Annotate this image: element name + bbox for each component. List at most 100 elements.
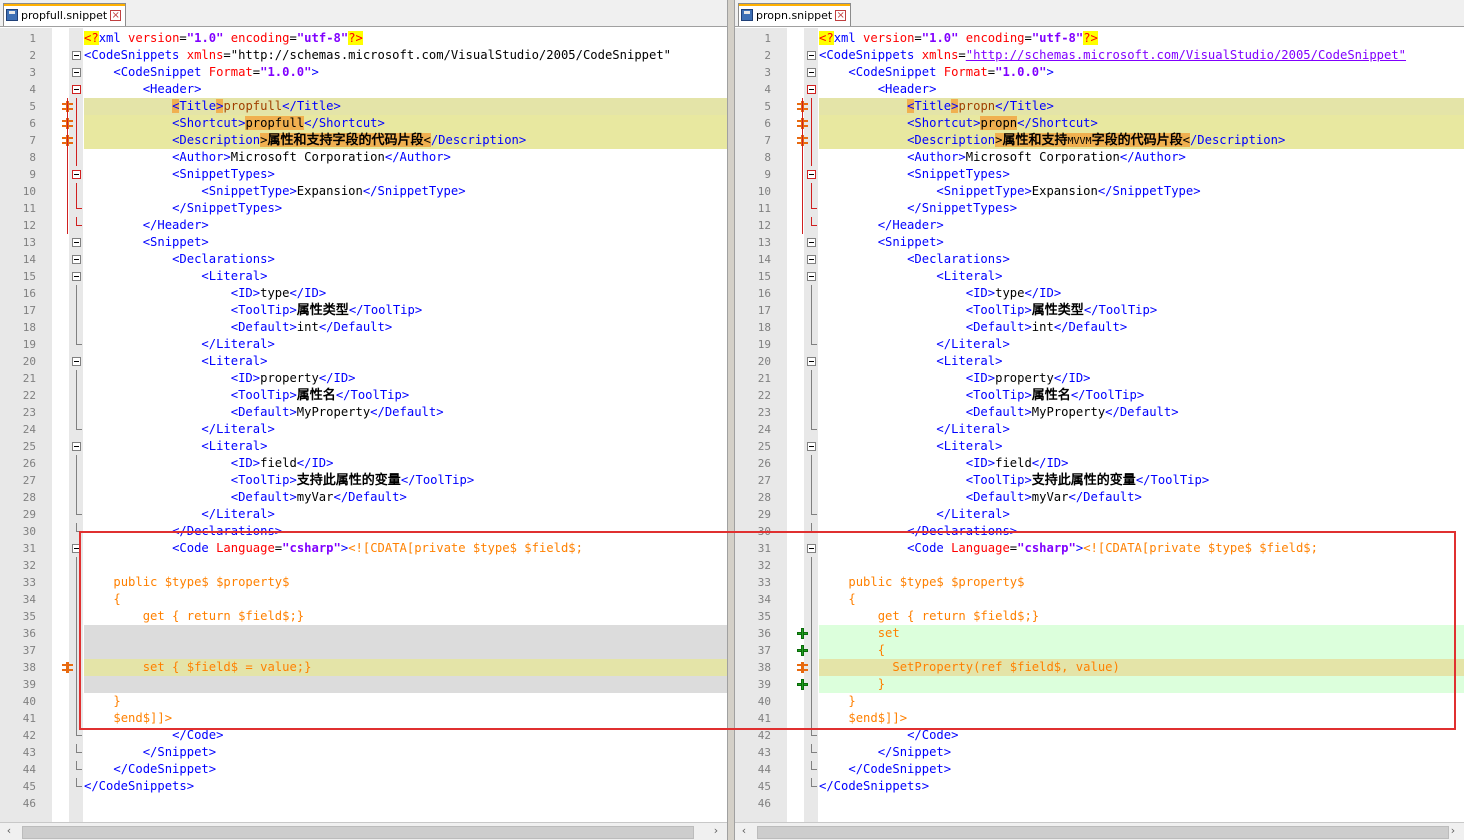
code-line[interactable]: 21 <ID>property</ID> (735, 370, 1464, 387)
fold-minus-icon[interactable] (807, 238, 816, 247)
fold-minus-icon[interactable] (807, 170, 816, 179)
fold-minus-icon[interactable] (72, 68, 81, 77)
fold-minus-icon[interactable] (807, 51, 816, 60)
code-line[interactable]: 11 </SnippetTypes> (735, 200, 1464, 217)
code-line[interactable]: 42 </Code> (735, 727, 1464, 744)
scrollbar-thumb[interactable] (757, 826, 1449, 839)
code-line[interactable]: 38 SetProperty(ref $field$, value) (735, 659, 1464, 676)
code-line[interactable]: 4 <Header> (0, 81, 727, 98)
code-line[interactable]: 3 <CodeSnippet Format="1.0.0"> (735, 64, 1464, 81)
code-line[interactable]: 5 <Title>propn</Title> (735, 98, 1464, 115)
code-line[interactable]: 8 <Author>Microsoft Corporation</Author> (735, 149, 1464, 166)
code-line[interactable]: 39 (0, 676, 727, 693)
code-line[interactable]: 31 <Code Language="csharp"><![CDATA[priv… (0, 540, 727, 557)
code-line[interactable]: 25 <Literal> (0, 438, 727, 455)
code-line[interactable]: 23 <Default>MyProperty</Default> (0, 404, 727, 421)
code-line[interactable]: 32 (0, 557, 727, 574)
code-line[interactable]: 28 <Default>myVar</Default> (735, 489, 1464, 506)
fold-minus-icon[interactable] (807, 442, 816, 451)
code-line[interactable]: 1 <?xml version="1.0" encoding="utf-8"?> (735, 30, 1464, 47)
code-line[interactable]: 16 <ID>type</ID> (735, 285, 1464, 302)
code-line[interactable]: 41 $end$]]> (735, 710, 1464, 727)
code-line[interactable]: 18 <Default>int</Default> (0, 319, 727, 336)
code-line[interactable]: 12 </Header> (0, 217, 727, 234)
code-line[interactable]: 36 set (735, 625, 1464, 642)
tab-propn-snippet[interactable]: propn.snippet × (738, 3, 852, 26)
code-line[interactable]: 25 <Literal> (735, 438, 1464, 455)
code-line[interactable]: 14 <Declarations> (0, 251, 727, 268)
code-line[interactable]: 6 <Shortcut>propn</Shortcut> (735, 115, 1464, 132)
code-line[interactable]: 34 { (735, 591, 1464, 608)
code-line[interactable]: 40 } (735, 693, 1464, 710)
code-line[interactable]: 18 <Default>int</Default> (735, 319, 1464, 336)
code-line[interactable]: 2 <CodeSnippets xmlns="http://schemas.mic… (735, 47, 1464, 64)
code-line[interactable]: 30 </Declarations> (735, 523, 1464, 540)
code-line[interactable]: 22 <ToolTip>属性名</ToolTip> (0, 387, 727, 404)
code-line[interactable]: 34 { (0, 591, 727, 608)
fold-minus-icon[interactable] (72, 272, 81, 281)
code-line[interactable]: 40 } (0, 693, 727, 710)
code-line[interactable]: 21 <ID>property</ID> (0, 370, 727, 387)
code-line[interactable]: 19 </Literal> (0, 336, 727, 353)
code-line[interactable]: 33 public $type$ $property$ (0, 574, 727, 591)
scrollbar-thumb[interactable] (22, 826, 694, 839)
code-line[interactable]: 24 </Literal> (735, 421, 1464, 438)
fold-minus-icon[interactable] (807, 85, 816, 94)
code-line[interactable]: 41 $end$]]> (0, 710, 727, 727)
close-icon[interactable]: × (110, 9, 122, 21)
code-line[interactable]: 44 </CodeSnippet> (735, 761, 1464, 778)
fold-minus-icon[interactable] (72, 238, 81, 247)
code-line[interactable]: 46 (0, 795, 727, 812)
left-code-editor[interactable]: 1 <?xml version="1.0" encoding="utf-8"?> 2… (0, 28, 727, 823)
code-line[interactable]: 15 <Literal> (0, 268, 727, 285)
code-line[interactable]: 1 <?xml version="1.0" encoding="utf-8"?> (0, 30, 727, 47)
code-line[interactable]: 22 <ToolTip>属性名</ToolTip> (735, 387, 1464, 404)
code-line[interactable]: 13 <Snippet> (735, 234, 1464, 251)
horizontal-scrollbar[interactable]: ‹ › (0, 822, 727, 840)
code-line[interactable]: 37 (0, 642, 727, 659)
code-line[interactable]: 28 <Default>myVar</Default> (0, 489, 727, 506)
code-line[interactable]: 36 (0, 625, 727, 642)
fold-minus-icon[interactable] (807, 544, 816, 553)
tab-propfull-snippet[interactable]: propfull.snippet × (3, 3, 127, 26)
fold-minus-icon[interactable] (807, 272, 816, 281)
code-line[interactable]: 5 <Title>propfull</Title> (0, 98, 727, 115)
code-line[interactable]: 32 (735, 557, 1464, 574)
fold-minus-icon[interactable] (72, 85, 81, 94)
code-line[interactable]: 15 <Literal> (735, 268, 1464, 285)
code-line[interactable]: 11 </SnippetTypes> (0, 200, 727, 217)
pane-splitter[interactable] (727, 0, 735, 840)
fold-minus-icon[interactable] (72, 255, 81, 264)
code-line[interactable]: 45 </CodeSnippets> (735, 778, 1464, 795)
code-line[interactable]: 17 <ToolTip>属性类型</ToolTip> (735, 302, 1464, 319)
code-line[interactable]: 8 <Author>Microsoft Corporation</Author> (0, 149, 727, 166)
code-line[interactable]: 16 <ID>type</ID> (0, 285, 727, 302)
code-line[interactable]: 9 <SnippetTypes> (735, 166, 1464, 183)
code-line[interactable]: 4 <Header> (735, 81, 1464, 98)
arrow-left-icon[interactable]: ‹ (2, 824, 16, 837)
code-line[interactable]: 42 </Code> (0, 727, 727, 744)
code-line[interactable]: 44 </CodeSnippet> (0, 761, 727, 778)
code-line[interactable]: 24 </Literal> (0, 421, 727, 438)
code-line[interactable]: 27 <ToolTip>支持此属性的变量</ToolTip> (0, 472, 727, 489)
fold-minus-icon[interactable] (72, 357, 81, 366)
code-line[interactable]: 2 <CodeSnippets xmlns="http://schemas.mic… (0, 47, 727, 64)
code-line[interactable]: 38 set { $field$ = value;} (0, 659, 727, 676)
code-line[interactable]: 33 public $type$ $property$ (735, 574, 1464, 591)
code-line[interactable]: 45 </CodeSnippets> (0, 778, 727, 795)
code-line[interactable]: 23 <Default>MyProperty</Default> (735, 404, 1464, 421)
code-line[interactable]: 29 </Literal> (0, 506, 727, 523)
code-line[interactable]: 43 </Snippet> (0, 744, 727, 761)
code-line[interactable]: 10 <SnippetType>Expansion</SnippetType> (735, 183, 1464, 200)
fold-minus-icon[interactable] (72, 51, 81, 60)
code-line[interactable]: 7 <Description>属性和支持MVVM字段的代码片段</Descrip… (735, 132, 1464, 149)
code-line[interactable]: 13 <Snippet> (0, 234, 727, 251)
code-line[interactable]: 10 <SnippetType>Expansion</SnippetType> (0, 183, 727, 200)
code-line[interactable]: 12 </Header> (735, 217, 1464, 234)
code-line[interactable]: 20 <Literal> (0, 353, 727, 370)
code-line[interactable]: 46 (735, 795, 1464, 812)
code-line[interactable]: 17 <ToolTip>属性类型</ToolTip> (0, 302, 727, 319)
code-line[interactable]: 26 <ID>field</ID> (735, 455, 1464, 472)
code-line[interactable]: 20 <Literal> (735, 353, 1464, 370)
code-line[interactable]: 19 </Literal> (735, 336, 1464, 353)
